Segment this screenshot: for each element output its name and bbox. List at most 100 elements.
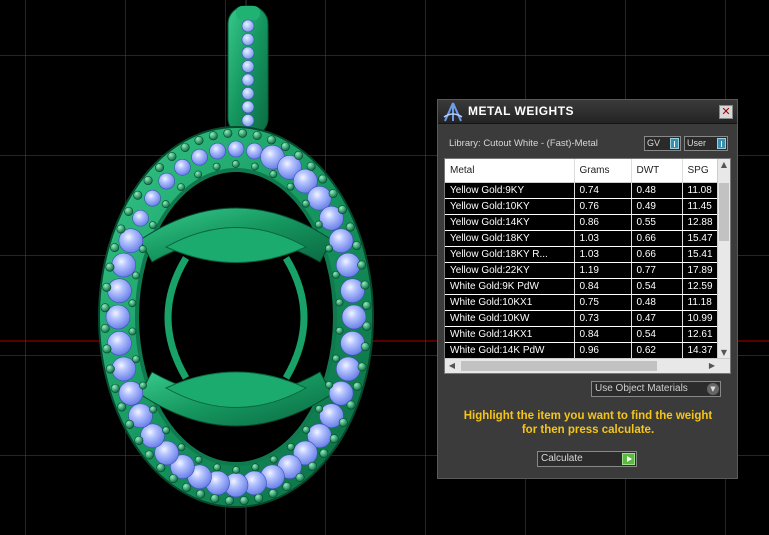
prong xyxy=(282,482,292,492)
prong xyxy=(329,434,339,444)
prong xyxy=(196,489,206,499)
table-row[interactable]: White Gold:14KX1 0.84 0.54 12.61 xyxy=(445,326,719,343)
prong xyxy=(105,364,115,374)
gv-toggle[interactable]: GV xyxy=(644,136,681,151)
ring-gem xyxy=(111,356,137,382)
horizontal-scrollbar[interactable]: ◀ ▶ xyxy=(445,358,730,373)
instruction-text: Highlight the item you want to find the … xyxy=(448,409,728,437)
table-row[interactable]: White Gold:10KW 0.73 0.47 10.99 xyxy=(445,310,719,327)
panel-titlebar[interactable]: METAL WEIGHTS ✕ xyxy=(438,100,737,124)
metal-weights-panel: METAL WEIGHTS ✕ Library: Cutout White - … xyxy=(437,99,738,479)
prong xyxy=(269,170,278,179)
cell-dwt: 0.66 xyxy=(631,246,683,263)
prong xyxy=(345,222,355,232)
table-row[interactable]: Yellow Gold:18KY 1.03 0.66 15.47 xyxy=(445,230,719,247)
ring-gem xyxy=(335,252,361,278)
ring-gem xyxy=(105,304,131,330)
cell-metal: White Gold:10KX1 xyxy=(445,294,575,311)
chevron-right-icon[interactable]: ▶ xyxy=(706,360,718,372)
prong xyxy=(144,450,154,460)
prong xyxy=(177,183,185,192)
column-header-dwt[interactable]: DWT xyxy=(631,159,683,183)
ring-gem xyxy=(132,209,149,227)
calculate-button-label: Calculate xyxy=(541,453,583,464)
prong xyxy=(319,448,329,458)
metal-table-body: Yellow Gold:9KY 0.74 0.48 11.08 Yellow Gold:… xyxy=(445,182,719,359)
column-header-metal[interactable]: Metal xyxy=(445,159,575,183)
prong xyxy=(352,241,362,251)
prong xyxy=(156,463,166,473)
cell-dwt: 0.48 xyxy=(631,182,683,199)
prong xyxy=(194,136,204,146)
prong xyxy=(167,152,177,162)
cell-dwt: 0.55 xyxy=(631,214,683,231)
prong xyxy=(110,383,120,393)
toggle-indicator-icon xyxy=(717,138,726,149)
chevron-up-icon[interactable]: ▲ xyxy=(718,159,730,171)
cell-metal: White Gold:10KW xyxy=(445,310,575,327)
prong xyxy=(335,326,344,335)
prong xyxy=(239,496,249,506)
cell-spg: 12.88 xyxy=(682,214,719,231)
prong xyxy=(210,494,220,504)
prong xyxy=(352,381,362,391)
prong xyxy=(362,301,372,311)
prong xyxy=(194,455,203,464)
vertical-scrollbar[interactable]: ▲ ▼ xyxy=(717,159,730,359)
toggle-indicator-icon xyxy=(670,138,679,149)
table-row[interactable]: Yellow Gold:18KY R... 1.03 0.66 15.41 xyxy=(445,246,719,263)
column-header-grams[interactable]: Grams xyxy=(574,159,632,183)
horizontal-scroll-thumb[interactable] xyxy=(461,361,657,371)
prong xyxy=(269,455,278,464)
ring-gem xyxy=(340,278,365,304)
metal-table-viewport: Metal Grams DWT SPG Yellow Gold:9KY 0.74 0… xyxy=(445,159,719,359)
vertical-scroll-thumb[interactable] xyxy=(719,183,729,241)
play-icon xyxy=(622,453,635,465)
ring-gem xyxy=(191,148,208,166)
ring-gem xyxy=(227,140,245,158)
prong xyxy=(314,220,323,229)
prong xyxy=(360,342,370,352)
instruction-line-2: for then press calculate. xyxy=(521,424,655,436)
user-toggle[interactable]: User xyxy=(684,136,728,151)
cell-spg: 17.89 xyxy=(682,262,719,279)
object-materials-dropdown-value: Use Object Materials xyxy=(595,383,688,394)
library-label: Library: Cutout White - (Fast)-Metal xyxy=(449,138,598,149)
table-row[interactable]: White Gold:14K PdW 0.96 0.62 14.37 xyxy=(445,342,719,359)
ring-gem xyxy=(144,189,161,207)
cell-grams: 0.96 xyxy=(574,342,632,359)
table-row[interactable]: White Gold:10KX1 0.75 0.48 11.18 xyxy=(445,294,719,311)
prong xyxy=(161,200,170,209)
object-materials-dropdown[interactable]: Use Object Materials ▼ xyxy=(591,381,721,397)
calculate-button[interactable]: Calculate xyxy=(537,451,637,467)
prong xyxy=(306,161,316,171)
prong xyxy=(332,354,340,363)
prong xyxy=(266,135,276,145)
table-row[interactable]: Yellow Gold:9KY 0.74 0.48 11.08 xyxy=(445,182,719,199)
prong xyxy=(116,224,126,234)
prong xyxy=(357,260,367,270)
gv-toggle-label: GV xyxy=(647,138,661,148)
chevron-down-icon: ▼ xyxy=(707,383,719,395)
table-row[interactable]: White Gold:9K PdW 0.84 0.54 12.59 xyxy=(445,278,719,295)
table-row[interactable]: Yellow Gold:14KY 0.86 0.55 12.88 xyxy=(445,214,719,231)
cell-metal: Yellow Gold:18KY R... xyxy=(445,246,575,263)
prong xyxy=(224,496,234,506)
column-header-spg[interactable]: SPG xyxy=(682,159,719,183)
prong xyxy=(155,163,165,173)
cell-metal: Yellow Gold:9KY xyxy=(445,182,575,199)
prong xyxy=(139,381,147,390)
cell-spg: 14.37 xyxy=(682,342,719,359)
table-row[interactable]: Yellow Gold:22KY 1.19 0.77 17.89 xyxy=(445,262,719,279)
cell-grams: 1.03 xyxy=(574,246,632,263)
bail-gem xyxy=(241,73,255,87)
prong xyxy=(134,435,144,445)
prong xyxy=(252,130,262,140)
prong xyxy=(100,323,110,333)
close-icon[interactable]: ✕ xyxy=(719,105,733,119)
prong xyxy=(117,402,127,412)
instruction-line-1: Highlight the item you want to find the … xyxy=(463,410,713,422)
chevron-left-icon[interactable]: ◀ xyxy=(446,360,458,372)
table-row[interactable]: Yellow Gold:10KY 0.76 0.49 11.45 xyxy=(445,198,719,215)
cell-dwt: 0.48 xyxy=(631,294,683,311)
